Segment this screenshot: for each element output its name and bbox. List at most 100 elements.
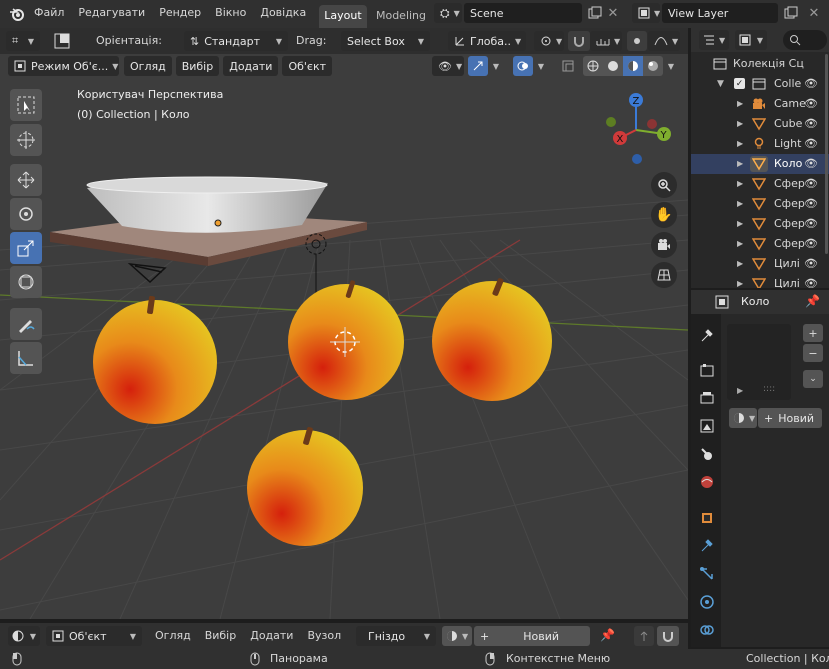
perspective-grid-icon[interactable] [651, 262, 677, 288]
expand-arrow-icon[interactable]: ▶ [737, 194, 743, 214]
outliner-scene-collection[interactable]: Колекція Сц [691, 54, 829, 74]
blender-logo-icon[interactable] [8, 5, 26, 23]
gizmo-toggle[interactable] [468, 56, 488, 76]
pan-hand-icon[interactable]: ✋ [651, 202, 677, 228]
eye-icon[interactable]: 👁 [804, 234, 818, 254]
scene-selector-button[interactable]: ⛭ ▼ [434, 3, 462, 23]
drag-dropdown[interactable]: Select Box ▼ [341, 31, 430, 51]
constraints-tab-icon[interactable] [695, 618, 719, 642]
material-shading-icon[interactable] [623, 56, 643, 76]
menu-add[interactable]: Додати [223, 56, 279, 76]
pin-icon[interactable]: 📌 [805, 294, 820, 308]
outliner-scrollbar[interactable] [825, 54, 828, 254]
world-tab-icon[interactable] [695, 470, 719, 494]
resize-handle-icon[interactable]: :::: [763, 384, 775, 394]
outliner-item-collection[interactable]: ▼ ✓ Colle 👁 [691, 74, 829, 94]
menu-edit[interactable]: Редагувати [71, 0, 152, 26]
outliner-item-cylinder[interactable]: ▶ Цилі 👁 [691, 254, 829, 274]
annotate-tool[interactable] [10, 308, 42, 340]
visibility-dropdown[interactable]: 👁 ▼ [432, 56, 464, 76]
overlay-toggle[interactable] [513, 56, 533, 76]
expand-arrow-icon[interactable]: ▶ [737, 254, 743, 274]
scene-tab-icon[interactable] [695, 442, 719, 466]
gizmo-dropdown[interactable]: ▼ [490, 56, 502, 76]
menu-select[interactable]: Вибір [198, 623, 244, 649]
eye-icon[interactable]: 👁 [804, 214, 818, 234]
menu-add[interactable]: Додати [243, 623, 300, 649]
remove-slot-button[interactable]: − [803, 344, 823, 362]
slot-specials-button[interactable]: ⌄ [803, 370, 823, 388]
rotate-tool[interactable] [10, 198, 42, 230]
shading-dropdown[interactable]: ▼ [665, 56, 677, 76]
outliner-item-cube[interactable]: ▶ Cube 👁 [691, 114, 829, 134]
zoom-icon[interactable] [651, 172, 677, 198]
outliner-item-cylinder[interactable]: ▶ Цилі 👁 [691, 274, 829, 288]
new-material-button-bottom[interactable]: + Новий [474, 626, 590, 646]
material-browse-dropdown-bottom[interactable]: ▼ [442, 626, 472, 646]
snap-target-dropdown[interactable]: ▼ [590, 31, 622, 51]
outliner-item-sphere[interactable]: ▶ Сфер 👁 [691, 194, 829, 214]
view-layer-name-field[interactable]: View Layer [662, 3, 778, 23]
eye-icon[interactable]: 👁 [804, 254, 818, 274]
particles-tab-icon[interactable] [695, 562, 719, 586]
menu-help[interactable]: Довідка [253, 0, 313, 26]
checkbox-icon[interactable]: ✓ [734, 78, 745, 89]
orientation-dropdown[interactable]: ⇅ Стандарт ▼ [184, 31, 288, 51]
material-slot-list[interactable]: ▶ :::: [727, 324, 791, 400]
expand-arrow-icon[interactable]: ▶ [737, 154, 743, 174]
mode-dropdown[interactable]: Режим Об'є... ▼ [8, 56, 119, 76]
editor-type-dropdown[interactable]: ▼ [699, 30, 729, 50]
eye-icon[interactable]: 👁 [804, 174, 818, 194]
measure-tool[interactable] [10, 342, 42, 374]
select-tool[interactable] [10, 89, 42, 121]
solid-shading-icon[interactable] [603, 56, 623, 76]
shader-type-dropdown[interactable]: Об'єкт ▼ [46, 626, 142, 646]
snap-icon[interactable] [568, 31, 590, 51]
snap-icon[interactable] [657, 626, 679, 646]
close-scene-icon[interactable]: ✕ [605, 4, 621, 22]
display-mode-dropdown[interactable]: ▼ [735, 30, 767, 50]
physics-tab-icon[interactable] [695, 590, 719, 614]
expand-arrow-icon[interactable]: ▼ [717, 74, 724, 94]
view-layer-tab-icon[interactable] [695, 414, 719, 438]
camera-view-icon[interactable] [651, 232, 677, 258]
new-material-button[interactable]: + Новий [758, 408, 822, 428]
menu-select[interactable]: Вибір [175, 56, 220, 76]
transform-orientation-dropdown[interactable]: Глоба.. ▼ [448, 31, 526, 51]
scale-tool-icon[interactable] [52, 32, 72, 50]
expand-arrow-icon[interactable]: ▶ [737, 234, 743, 254]
pin-icon[interactable]: 📌 [600, 628, 615, 642]
modifier-tab-icon[interactable] [695, 534, 719, 558]
menu-window[interactable]: Вікно [208, 0, 253, 26]
menu-view[interactable]: Огляд [148, 623, 198, 649]
expand-arrow-icon[interactable]: ▶ [737, 214, 743, 234]
outliner-item-camera[interactable]: ▶ Came 👁 [691, 94, 829, 114]
move-tool[interactable] [10, 164, 42, 196]
expand-arrow-icon[interactable]: ▶ [737, 94, 743, 114]
cursor-tool[interactable] [10, 124, 42, 156]
outliner-search-field[interactable] [783, 30, 827, 50]
outliner-item-sphere[interactable]: ▶ Сфер 👁 [691, 234, 829, 254]
copy-view-layer-icon[interactable] [782, 4, 800, 22]
eye-icon[interactable]: 👁 [804, 274, 818, 288]
slot-dropdown[interactable]: Гніздо ▼ [356, 626, 436, 646]
scene-name-field[interactable]: Scene [464, 3, 582, 23]
expand-list-icon[interactable]: ▶ [737, 386, 743, 395]
outliner-item-circle[interactable]: ▶ Коло 👁 [691, 154, 829, 174]
eye-icon[interactable]: 👁 [804, 74, 818, 94]
outliner-item-sphere[interactable]: ▶ Сфер 👁 [691, 174, 829, 194]
menu-node[interactable]: Вузол [300, 623, 348, 649]
eye-icon[interactable]: 👁 [804, 134, 818, 154]
tool-tab-icon[interactable] [695, 324, 719, 348]
expand-arrow-icon[interactable]: ▶ [737, 174, 743, 194]
material-browse-dropdown[interactable]: ▼ [729, 408, 757, 428]
rendered-shading-icon[interactable] [643, 56, 663, 76]
transform-tool[interactable] [10, 266, 42, 298]
menu-object[interactable]: Об'єкт [282, 56, 333, 76]
wireframe-shading-icon[interactable] [583, 56, 603, 76]
menu-view[interactable]: Огляд [124, 56, 172, 76]
scale-tool[interactable] [10, 232, 42, 264]
proportional-edit-icon[interactable] [627, 31, 647, 51]
expand-arrow-icon[interactable]: ▶ [737, 114, 743, 134]
tab-layout[interactable]: Layout [319, 5, 367, 28]
